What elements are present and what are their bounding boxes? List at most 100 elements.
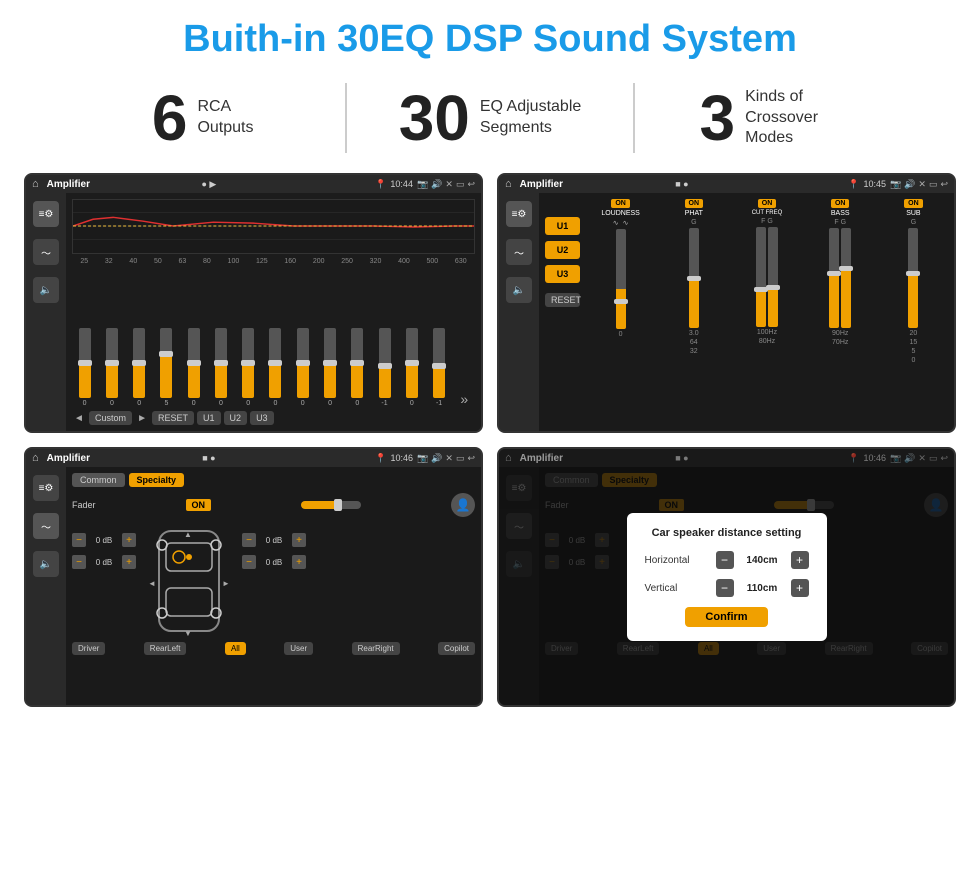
xo-preset-u2[interactable]: U2 — [545, 241, 580, 259]
db-plus-fl[interactable]: + — [122, 533, 136, 547]
db-minus-rl[interactable]: − — [72, 555, 86, 569]
main-title: Buith-in 30EQ DSP Sound System — [0, 0, 980, 73]
eq-slider-6[interactable] — [215, 328, 227, 398]
confirm-button[interactable]: Confirm — [685, 607, 767, 627]
xo-reset-button[interactable]: RESET — [545, 293, 580, 307]
eq-slider-13[interactable] — [406, 328, 418, 398]
fader-btn-copilot[interactable]: Copilot — [438, 642, 475, 655]
dialog-vertical-minus[interactable]: − — [716, 579, 734, 597]
eq-icon-active[interactable]: ≡⚙ — [33, 201, 59, 227]
db-plus-fr[interactable]: + — [292, 533, 306, 547]
fader-h-slider[interactable] — [301, 501, 361, 509]
fader-btn-driver[interactable]: Driver — [72, 642, 105, 655]
right-db-controls: − 0 dB + − 0 dB + — [242, 533, 306, 569]
fader-on-toggle[interactable]: ON — [186, 499, 212, 511]
fader-tab-common[interactable]: Common — [72, 473, 125, 487]
eq-slider-3[interactable] — [133, 328, 145, 398]
xo-icon-3[interactable]: 🔈 — [506, 277, 532, 303]
slider-col-15: » — [460, 391, 468, 407]
svg-text:►: ► — [222, 579, 230, 588]
fader-btn-user[interactable]: User — [284, 642, 313, 655]
cutfreq-slider-1[interactable] — [756, 227, 766, 327]
xo-location: 📍 — [848, 179, 859, 190]
db-control-fl: − 0 dB + — [72, 533, 136, 547]
xo-status-icons: 📷 🔊 ✕ ▭ ↩ — [890, 179, 948, 190]
xo-dots: ■ ● — [675, 179, 688, 189]
slider-col-1: 0 — [79, 328, 91, 407]
db-plus-rl[interactable]: + — [122, 555, 136, 569]
eq-slider-4[interactable] — [160, 328, 172, 398]
play-prev-button[interactable]: ◄ — [72, 411, 86, 425]
xo-icon-2[interactable]: 〜 — [506, 239, 532, 265]
eq-slider-1[interactable] — [79, 328, 91, 398]
db-minus-fl[interactable]: − — [72, 533, 86, 547]
eq-u1-button[interactable]: U1 — [197, 411, 221, 425]
eq-icon-speaker[interactable]: 🔈 — [33, 277, 59, 303]
fader-home-icon: ⌂ — [32, 452, 39, 464]
db-val-fr: 0 dB — [260, 536, 288, 545]
bass-label: BASS — [831, 210, 850, 217]
fader-btn-rearright[interactable]: RearRight — [352, 642, 400, 655]
db-minus-rr[interactable]: − — [242, 555, 256, 569]
fader-icon-1[interactable]: ≡⚙ — [33, 475, 59, 501]
profile-icon: 👤 — [451, 493, 475, 517]
dialog-horizontal-plus[interactable]: + — [791, 551, 809, 569]
slider-col-7: 0 — [242, 328, 254, 407]
xo-x-icon: ✕ — [918, 179, 926, 190]
db-plus-rr[interactable]: + — [292, 555, 306, 569]
cutfreq-slider-2[interactable] — [768, 227, 778, 327]
eq-reset-button[interactable]: RESET — [152, 411, 194, 425]
bass-slider-2[interactable] — [841, 228, 851, 328]
fader-x-icon: ✕ — [445, 453, 453, 464]
eq-time: 10:44 — [390, 179, 413, 189]
fader-btn-rearleft[interactable]: RearLeft — [144, 642, 187, 655]
fader-tab-specialty[interactable]: Specialty — [129, 473, 185, 487]
eq-slider-5[interactable] — [188, 328, 200, 398]
eq-main: 2532 4050 6380 100125 160200 250320 4005… — [66, 193, 481, 431]
fader-btn-all[interactable]: All — [225, 642, 246, 655]
eq-slider-9[interactable] — [297, 328, 309, 398]
db-minus-fr[interactable]: − — [242, 533, 256, 547]
bass-slider-area: 90Hz 70Hz — [829, 228, 851, 425]
eq-slider-14[interactable] — [433, 328, 445, 398]
fader-icon-3[interactable]: 🔈 — [33, 551, 59, 577]
eq-slider-7[interactable] — [242, 328, 254, 398]
dialog-vertical-plus[interactable]: + — [791, 579, 809, 597]
stat-eq-text: EQ AdjustableSegments — [480, 97, 581, 139]
eq-slider-8[interactable] — [269, 328, 281, 398]
db-val-rl: 0 dB — [90, 558, 118, 567]
eq-preset-custom[interactable]: Custom — [89, 411, 132, 425]
eq-slider-11[interactable] — [351, 328, 363, 398]
xo-channel-bass: ON BASS FG 90 — [806, 199, 875, 425]
eq-u2-button[interactable]: U2 — [224, 411, 248, 425]
fader-time: 10:46 — [390, 453, 413, 463]
eq-slider-12[interactable] — [379, 328, 391, 398]
slider-col-5: 0 — [188, 328, 200, 407]
fader-icon-2[interactable]: 〜 — [33, 513, 59, 539]
eq-slider-10[interactable] — [324, 328, 336, 398]
dialog-horizontal-minus[interactable]: − — [716, 551, 734, 569]
stat-crossover-number: 3 — [700, 86, 736, 150]
loudness-slider[interactable] — [616, 229, 626, 329]
slider-col-8: 0 — [269, 328, 281, 407]
db-control-rr: − 0 dB + — [242, 555, 306, 569]
xo-preset-u1[interactable]: U1 — [545, 217, 580, 235]
xo-icon-1[interactable]: ≡⚙ — [506, 201, 532, 227]
stat-eq: 30 EQ AdjustableSegments — [347, 86, 632, 150]
eq-frequency-labels: 2532 4050 6380 100125 160200 250320 4005… — [72, 258, 475, 265]
slider-col-4: 5 — [160, 328, 172, 407]
slider-col-3: 0 — [133, 328, 145, 407]
xo-preset-u3[interactable]: U3 — [545, 265, 580, 283]
play-next-button[interactable]: ► — [135, 411, 149, 425]
battery-icon: ▭ — [456, 179, 465, 190]
bass-slider-1[interactable] — [829, 228, 839, 328]
eq-slider-2[interactable] — [106, 328, 118, 398]
eq-u3-button[interactable]: U3 — [250, 411, 274, 425]
eq-status-bar: ⌂ Amplifier ● ▶ 📍 10:44 📷 🔊 ✕ ▭ ↩ — [26, 175, 481, 193]
stat-rca-number: 6 — [152, 86, 188, 150]
fader-status-title: Amplifier — [47, 453, 199, 464]
sub-slider[interactable] — [908, 228, 918, 328]
eq-icon-wave[interactable]: 〜 — [33, 239, 59, 265]
eq-graph — [72, 199, 475, 254]
phat-slider[interactable] — [689, 228, 699, 328]
